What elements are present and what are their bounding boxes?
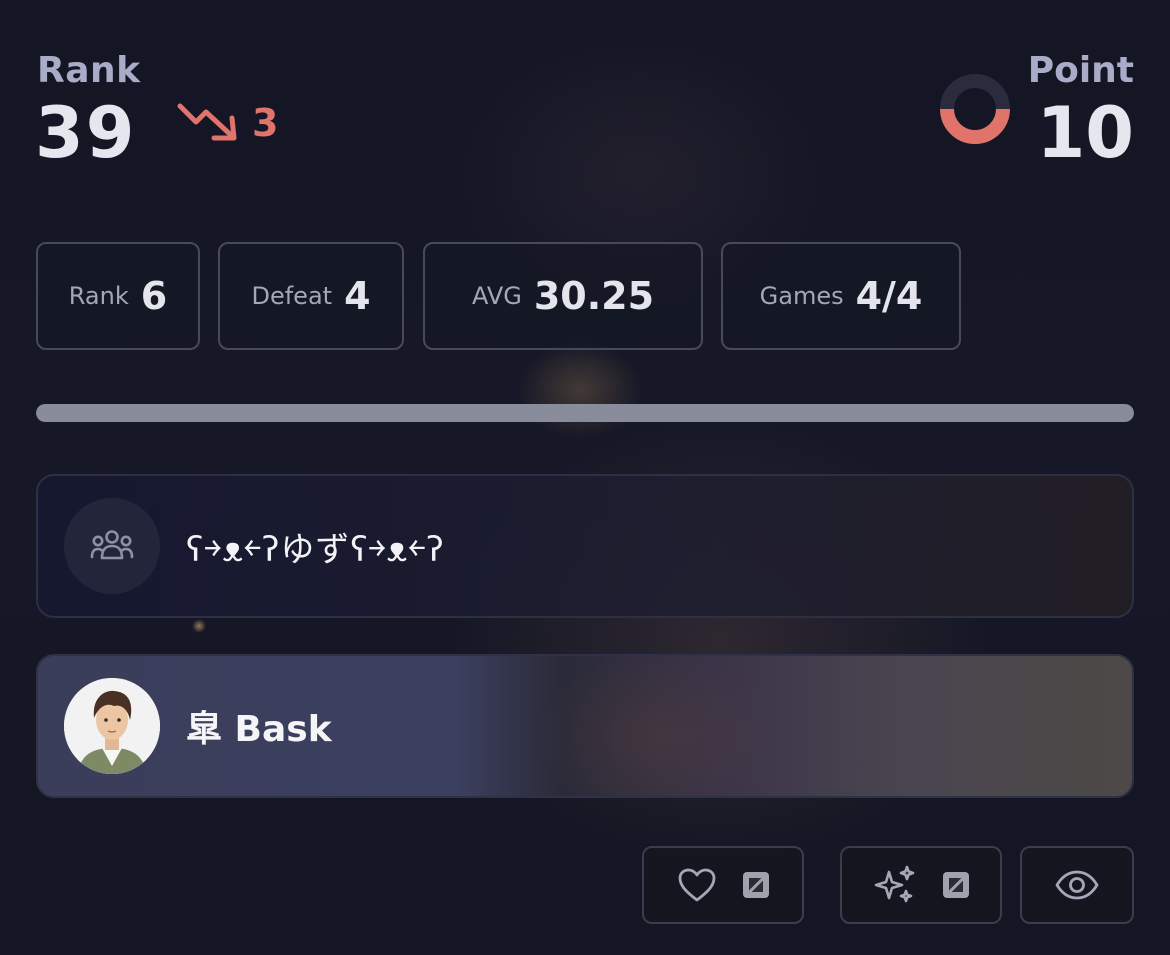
view-button[interactable] [1020,846,1134,924]
team-name: ʕ￫ᴥ￩ʔゆずʕ￫ᴥ￩ʔ [186,529,445,570]
stat-value: 4 [344,274,371,318]
stat-rank: Rank 6 [36,242,200,350]
player-name: 皐 Bask [186,709,332,750]
background-glow [192,619,206,633]
stat-avg: AVG 30.25 [423,242,703,350]
stat-label: Defeat [251,282,333,310]
sparkle-button[interactable] [840,846,1002,924]
progress-fill [36,404,1134,422]
trend-down-icon [177,103,237,141]
stat-value: 6 [140,274,168,318]
stat-label: Rank [68,282,129,310]
stat-label: Games [759,282,844,310]
eye-icon [1055,870,1099,900]
rank-value: 39 [35,92,137,174]
like-button[interactable] [642,846,804,924]
stat-label: AVG [471,282,522,310]
team-card[interactable]: ʕ￫ᴥ￩ʔゆずʕ￫ᴥ￩ʔ [36,474,1134,618]
stat-defeat: Defeat 4 [218,242,404,350]
count-badge-icon [943,872,969,898]
avatar-image [64,678,160,774]
rank-change: 3 [252,101,279,145]
point-ring-icon [940,74,1010,144]
point-label: Point [1027,50,1134,91]
stat-value: 30.25 [533,274,655,318]
progress-bar [36,404,1134,422]
scoreboard-panel: Rank 39 3 Point 10 Rank 6 Defeat 4 AVG 3… [0,0,1170,955]
point-value: 10 [1036,92,1134,174]
count-badge-icon [743,872,769,898]
stat-value: 4/4 [855,274,923,318]
sparkle-icon [874,865,915,903]
stat-games: Games 4/4 [721,242,961,350]
rank-trend: 3 [176,100,278,146]
player-card[interactable]: 皐 Bask [36,654,1134,798]
group-icon [64,498,160,594]
heart-icon [678,868,716,902]
rank-label: Rank [37,50,141,91]
